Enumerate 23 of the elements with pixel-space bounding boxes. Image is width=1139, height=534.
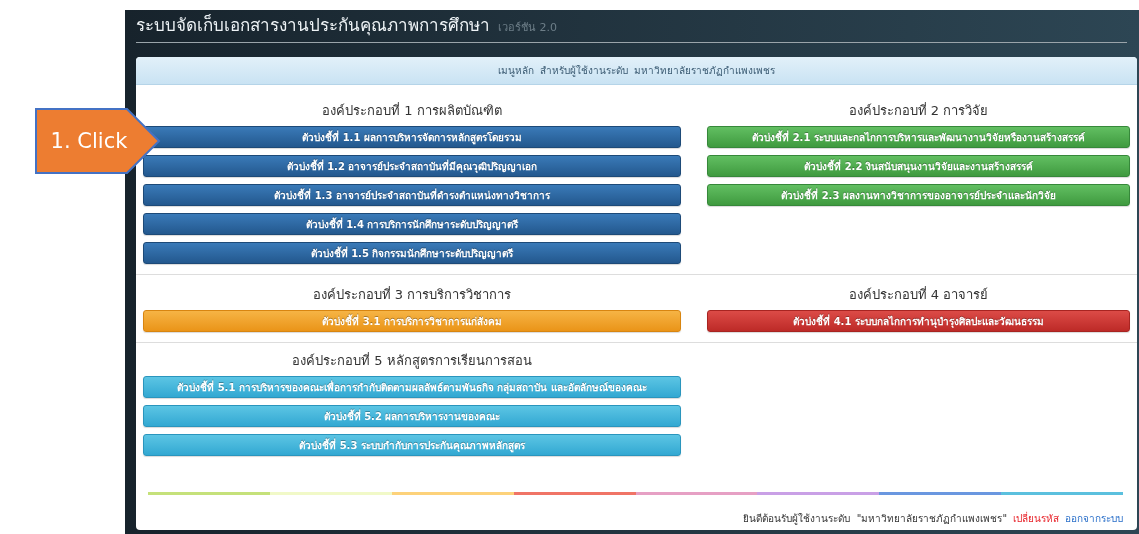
menu-header: เมนูหลัก สำหรับผู้ใช้งานระดับ มหาวิทยาลัยราชภัฏกำแพงเพชร [136,57,1137,85]
indicator-button[interactable]: ตัวบ่งชี้ที่ 2.1 ระบบและกลไกการบริหารและพัฒนางานวิจัยหรืองานสร้างสรรค์ [707,126,1130,148]
section-heading: องค์ประกอบที่ 5 หลักสูตรการเรียนการสอน [291,353,533,369]
section-heading: องค์ประกอบที่ 4 อาจารย์ [847,287,990,303]
section-heading: องค์ประกอบที่ 3 การบริการวิชาการ [311,287,513,303]
welcome-text: ยินดีต้อนรับผู้ใช้งานระดับ "มหาวิทยาลัยราชภัฏกำแพงเพชร" [743,512,1007,526]
version-label: เวอร์ชัน 2.0 [498,20,557,36]
change-password-link[interactable]: เปลี่ยนรหัส [1013,511,1059,526]
indicator-button[interactable]: ตัวบ่งชี้ที่ 1.3 อาจารย์ประจำสถาบันที่ดำรงตำแหน่งทางวิชาการ [143,184,681,206]
app-title: ระบบจัดเก็บเอกสารงานประกันคุณภาพการศึกษา [136,13,490,38]
indicator-button[interactable]: ตัวบ่งชี้ที่ 1.2 อาจารย์ประจำสถาบันที่มีคุณวุฒิปริญญาเอก [143,155,681,177]
indicator-button[interactable]: ตัวบ่งชี้ที่ 2.2 งินสนับสนุนงานวิจัยและงานสร้างสรรค์ [707,155,1130,177]
indicator-button[interactable]: ตัวบ่งชี้ที่ 1.1 ผลการบริหารจัดการหลักสูตรโดยรวม [143,126,681,148]
indicator-button[interactable]: ตัวบ่งชี้ที่ 1.5 กิจกรรมนักศึกษาระดับปริญญาตรี [143,242,681,264]
indicator-button[interactable]: ตัวบ่งชี้ที่ 5.1 การบริหารของคณะเพื่อการกำกับติดตามผลลัพธ์ตามพันธกิจ กลุ่มสถาบัน และอัตลักษณ์ของคณะ [143,376,681,398]
indicator-button[interactable]: ตัวบ่งชี้ที่ 1.4 การบริการนักศึกษาระดับปริญญาตรี [143,213,681,235]
logout-link[interactable]: ออกจากระบบ [1065,511,1123,526]
indicator-button[interactable]: ตัวบ่งชี้ที่ 5.2 ผลการบริหารงานของคณะ [143,405,681,427]
indicator-button[interactable]: ตัวบ่งชี้ที่ 2.3 ผลงานทางวิชาการของอาจารย์ประจำและนักวิจัย [707,184,1130,206]
indicator-button[interactable]: ตัวบ่งชี้ที่ 5.3 ระบบกำกับการประกันคุณภาพหลักสูตร [143,434,681,456]
section-heading: องค์ประกอบที่ 2 การวิจัย [847,103,990,119]
indicator-button[interactable]: ตัวบ่งชี้ที่ 4.1 ระบบกลไกการทำนุบำรุงศิลปะและวัฒนธรรม [707,310,1130,332]
section-heading: องค์ประกอบที่ 1 การผลิตบัณฑิต [321,103,503,119]
